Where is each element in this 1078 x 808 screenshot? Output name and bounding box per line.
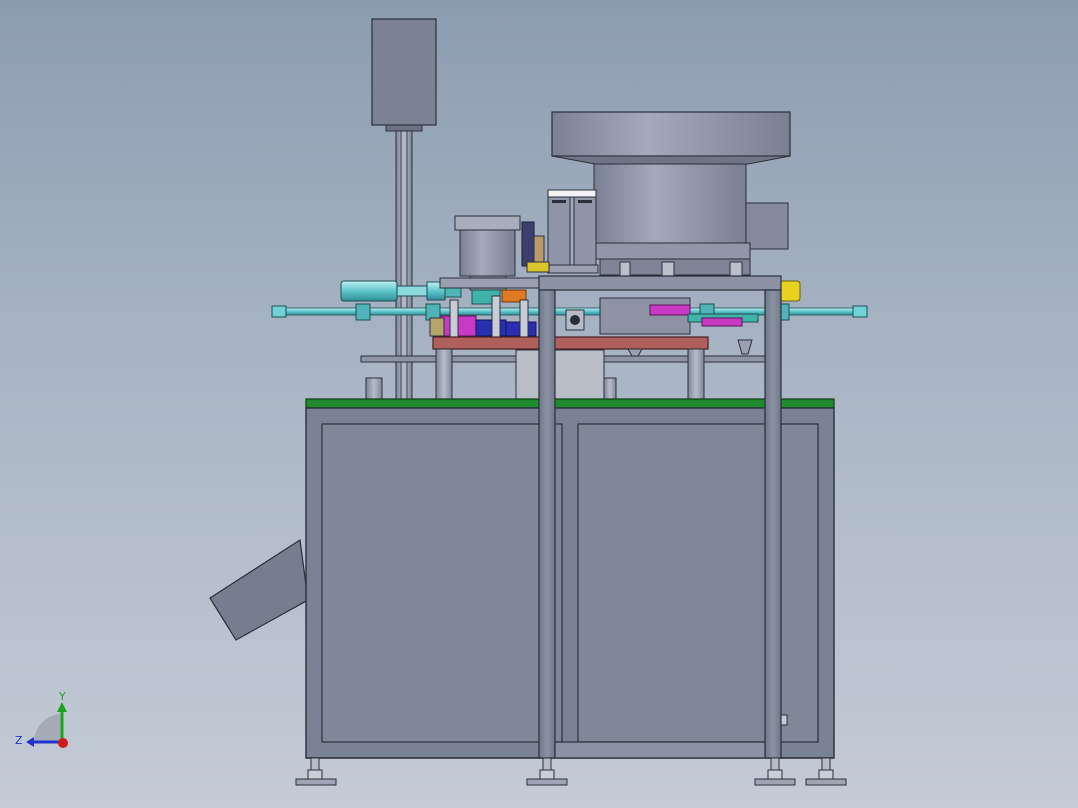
large-bowl-feeder — [547, 111, 791, 277]
mounting-plate — [432, 336, 709, 350]
y-axis-label: Y — [58, 690, 66, 703]
table-top — [305, 398, 835, 409]
machine-cabinet — [305, 407, 835, 759]
x-axis-dot — [58, 738, 68, 748]
discharge-chute — [209, 538, 309, 641]
z-axis-label: Z — [15, 734, 23, 747]
sensor-bracket — [521, 221, 550, 273]
leveling-feet — [295, 757, 847, 786]
vertical-column — [371, 18, 437, 400]
orientation-triad[interactable]: Y Z — [15, 690, 68, 748]
cad-viewport[interactable]: Y Z — [0, 0, 1078, 808]
machine-model: Y Z — [15, 18, 868, 786]
